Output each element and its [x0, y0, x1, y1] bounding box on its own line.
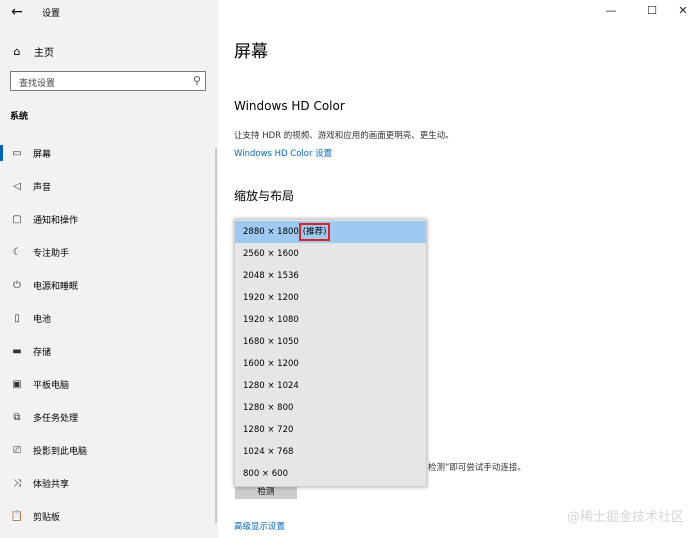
sidebar-item-9[interactable]: ⎚ 投影到此电脑 [0, 439, 215, 461]
sidebar-item-label: 剪贴板 [33, 512, 61, 523]
resolution-option-label: 2048 × 1536 [243, 271, 299, 281]
moon-icon: ☾ [12, 246, 22, 258]
resolution-option-label: 800 × 600 [243, 469, 288, 479]
battery-icon: ▯ [14, 312, 20, 324]
sidebar-item-label: 电池 [33, 314, 52, 325]
sidebar-item-label: 体验共享 [33, 479, 70, 490]
resolution-option-label: 2880 × 1800 [243, 227, 299, 237]
resolution-option[interactable]: 1024 × 768 [235, 441, 426, 463]
active-indicator [0, 145, 3, 161]
sidebar-item-0[interactable]: ▭ 屏幕 [0, 142, 215, 164]
resolution-option-label: 1280 × 800 [243, 403, 294, 413]
sidebar-item-label: 通知和操作 [33, 215, 79, 226]
sidebar-scrollbar[interactable] [215, 148, 217, 523]
resolution-option-label: 1680 × 1050 [243, 337, 299, 347]
share-icon: ⤨ [13, 477, 21, 489]
maximize-icon: ☐ [647, 4, 657, 17]
sidebar-item-2[interactable]: ▢ 通知和操作 [0, 208, 215, 230]
power-icon: ⏻ [13, 279, 21, 291]
resolution-option[interactable]: 2048 × 1536 [235, 265, 426, 287]
sidebar-item-label: 平板电脑 [33, 380, 70, 391]
hdr-settings-link[interactable]: Windows HD Color 设置 [234, 147, 332, 159]
sidebar-item-label: 多任务处理 [33, 413, 79, 424]
sidebar-item-label: 屏幕 [33, 149, 52, 160]
resolution-option[interactable]: 1920 × 1080 [235, 309, 426, 331]
resolution-option[interactable]: 1280 × 720 [235, 419, 426, 441]
project-icon: ⎚ [13, 444, 21, 456]
sidebar-item-label: 存储 [33, 347, 52, 358]
resolution-option[interactable]: 1280 × 1024 [235, 375, 426, 397]
sidebar-item-3[interactable]: ☾ 专注助手 [0, 241, 215, 263]
resolution-option-label: 2560 × 1600 [243, 249, 299, 259]
multitask-icon: ⧉ [13, 411, 21, 423]
sidebar-item-10[interactable]: ⤨ 体验共享 [0, 472, 215, 494]
sidebar-item-6[interactable]: ▬ 存储 [0, 340, 215, 362]
display-icon: ▭ [12, 147, 22, 159]
page-title: 屏幕 [234, 42, 268, 62]
search-input[interactable]: 查找设置 ⚲ [10, 71, 206, 91]
sidebar-item-label: 专注助手 [33, 248, 70, 259]
resolution-option-label: 1600 × 1200 [243, 359, 299, 369]
sidebar-item-label: 投影到此电脑 [33, 446, 88, 457]
minimize-button[interactable]: — [596, 2, 626, 20]
resolution-option[interactable]: 1600 × 1200 [235, 353, 426, 375]
notification-icon: ▢ [12, 213, 22, 225]
resolution-option-label: 1280 × 720 [243, 425, 294, 435]
hdr-heading: Windows HD Color [234, 99, 345, 113]
resolution-dropdown-list[interactable]: 2880 × 1800 (推荐) 2560 × 1600 2048 × 1536 192… [234, 219, 427, 487]
clipboard-icon: 📋 [10, 510, 24, 522]
resolution-option-label: 1920 × 1080 [243, 315, 299, 325]
sidebar-item-11[interactable]: 📋 剪贴板 [0, 505, 215, 527]
speaker-icon: ◁ [13, 180, 21, 192]
sidebar-item-label: 声音 [33, 182, 52, 193]
resolution-option[interactable]: 800 × 600 [235, 463, 426, 485]
resolution-option[interactable]: 1280 × 800 [235, 397, 426, 419]
window-title: 设置 [42, 9, 61, 19]
close-icon: ✕ [678, 4, 688, 17]
resolution-option[interactable]: 2560 × 1600 [235, 243, 426, 265]
scale-layout-heading: 缩放与布局 [234, 189, 295, 203]
resolution-option-label: 1280 × 1024 [243, 381, 299, 391]
detect-hint: 检测”即可尝试手动连接。 [428, 463, 526, 473]
sidebar-item-1[interactable]: ◁ 声音 [0, 175, 215, 197]
sidebar-home[interactable]: ⌂ 主页 [10, 43, 55, 59]
back-arrow-icon: ← [11, 4, 23, 20]
recommended-label: (推荐) [298, 223, 331, 241]
minimize-icon: — [605, 4, 617, 17]
maximize-button[interactable]: ☐ [637, 2, 667, 20]
storage-icon: ▬ [12, 345, 22, 357]
tablet-icon: ▣ [12, 378, 22, 390]
home-label: 主页 [34, 47, 54, 59]
sidebar-item-8[interactable]: ⧉ 多任务处理 [0, 406, 215, 428]
hdr-description: 让支持 HDR 的视频、游戏和应用的画面更明亮、更生动。 [234, 131, 454, 141]
sidebar-item-5[interactable]: ▯ 电池 [0, 307, 215, 329]
advanced-display-link[interactable]: 高级显示设置 [234, 520, 285, 532]
section-heading: 系统 [10, 112, 29, 122]
search-placeholder: 查找设置 [19, 79, 56, 89]
resolution-option-label: 1920 × 1200 [243, 293, 299, 303]
sidebar-item-label: 电源和睡眠 [33, 281, 79, 292]
resolution-option[interactable]: 1680 × 1050 [235, 331, 426, 353]
close-button[interactable]: ✕ [668, 2, 698, 20]
resolution-option-label: 1024 × 768 [243, 447, 294, 457]
watermark: @稀土掘金技术社区 [566, 510, 684, 525]
search-icon: ⚲ [192, 74, 201, 87]
resolution-option[interactable]: 2880 × 1800 (推荐) [235, 221, 426, 243]
sidebar-item-7[interactable]: ▣ 平板电脑 [0, 373, 215, 395]
back-button[interactable]: ← [8, 3, 26, 21]
resolution-option[interactable]: 1920 × 1200 [235, 287, 426, 309]
sidebar-item-4[interactable]: ⏻ 电源和睡眠 [0, 274, 215, 296]
home-icon: ⌂ [13, 44, 21, 58]
